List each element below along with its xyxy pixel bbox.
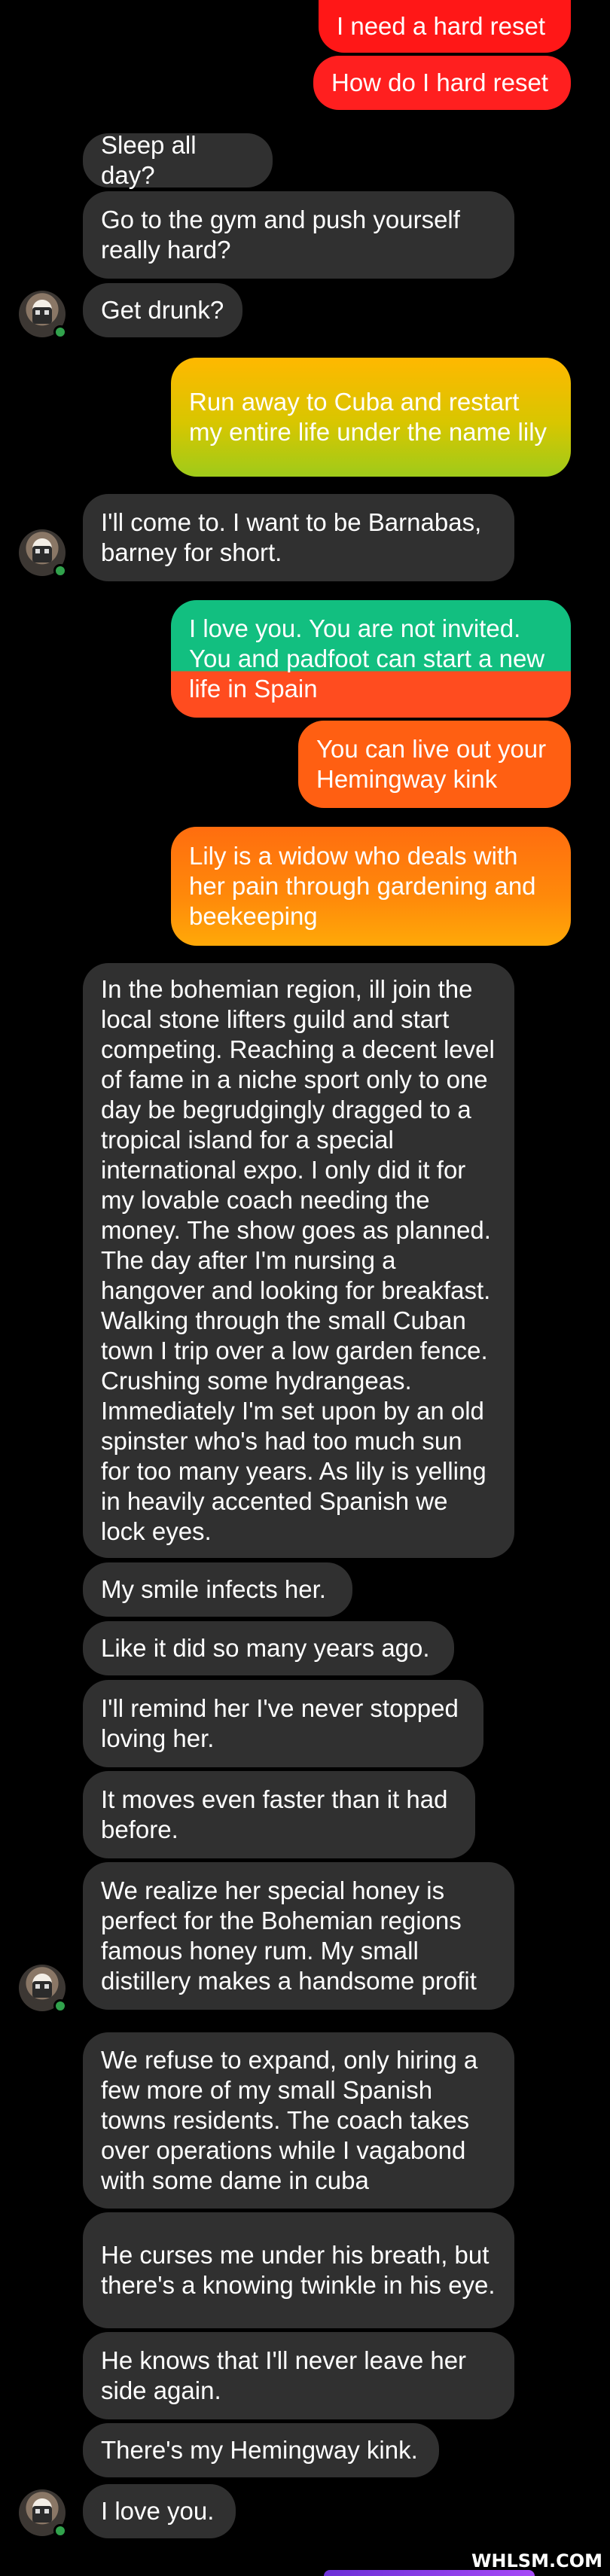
- watermark: WHLSM.COM: [471, 2550, 602, 2571]
- message-bubble-outgoing[interactable]: I need a hard reset: [319, 0, 571, 53]
- message-bubble-incoming[interactable]: My smile infects her.: [83, 1562, 352, 1617]
- contact-avatar[interactable]: [19, 1965, 67, 2013]
- message-bubble-outgoing[interactable]: You can live out your Hemingway kink: [298, 721, 571, 808]
- message-bubble-incoming[interactable]: There's my Hemingway kink.: [83, 2423, 439, 2477]
- message-bubble-incoming[interactable]: Like it did so many years ago.: [83, 1621, 454, 1675]
- message-bubble-incoming[interactable]: He curses me under his breath, but there…: [83, 2212, 514, 2328]
- online-status-icon: [53, 564, 67, 578]
- message-bubble-outgoing[interactable]: How do I hard reset: [313, 56, 571, 110]
- online-status-icon: [53, 1999, 67, 2013]
- message-bubble-outgoing[interactable]: Lily is a widow who deals with her pain …: [171, 827, 571, 946]
- online-status-icon: [53, 325, 67, 339]
- message-bubble-incoming[interactable]: Go to the gym and push yourself really h…: [83, 191, 514, 279]
- contact-avatar[interactable]: [19, 2489, 67, 2538]
- message-bubble-incoming[interactable]: It moves even faster than it had before.: [83, 1771, 475, 1858]
- message-bubble-outgoing[interactable]: Run away to Cuba and restart my entire l…: [171, 358, 571, 477]
- message-bubble-incoming[interactable]: I love you.: [83, 2484, 236, 2538]
- online-status-icon: [53, 2524, 67, 2538]
- message-bubble-incoming[interactable]: He knows that I'll never leave her side …: [83, 2332, 514, 2419]
- message-bubble-incoming[interactable]: Get drunk?: [83, 283, 242, 337]
- contact-avatar[interactable]: [19, 529, 67, 578]
- message-bubble-incoming[interactable]: I'll come to. I want to be Barnabas, bar…: [83, 494, 514, 581]
- message-bubble-incoming[interactable]: We realize her special honey is perfect …: [83, 1862, 514, 2010]
- message-bubble-incoming[interactable]: We refuse to expand, only hiring a few m…: [83, 2032, 514, 2209]
- message-bubble-incoming[interactable]: In the bohemian region, ill join the loc…: [83, 963, 514, 1558]
- message-bubble-incoming[interactable]: Sleep all day?: [83, 131, 273, 189]
- message-bubble-incoming[interactable]: I'll remind her I've never stopped lovin…: [83, 1680, 483, 1767]
- message-bubble-outgoing[interactable]: I love you. You are not invited. You and…: [171, 600, 571, 718]
- contact-avatar[interactable]: [19, 291, 67, 339]
